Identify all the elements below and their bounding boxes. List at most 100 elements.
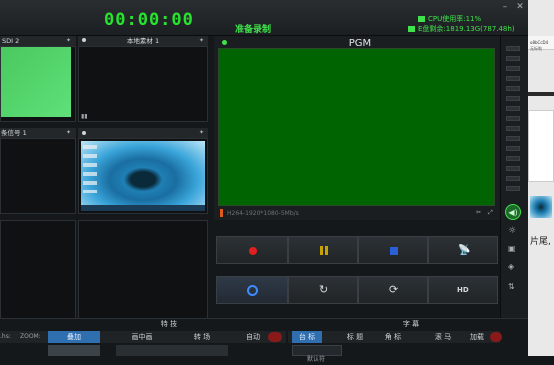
settings-icon[interactable]: ✦ (66, 130, 72, 136)
source-cell-4[interactable] (78, 138, 208, 214)
record-timer: 00:00:00 (104, 10, 194, 30)
sync-button[interactable]: ⟳ (358, 276, 428, 304)
hd-icon: HD (457, 286, 469, 294)
source-dot-icon (82, 38, 86, 42)
record-status: 准备录制 (235, 25, 272, 35)
tab-transition[interactable]: 转 场 (176, 331, 228, 343)
source-cell-3[interactable] (0, 138, 76, 214)
settings-icon[interactable]: ✦ (66, 38, 72, 44)
effects-section-label: 特 技 (160, 320, 178, 328)
target-icon (247, 285, 258, 296)
taskbar (81, 205, 205, 211)
cpu-icon (418, 16, 425, 22)
bg-text-3: 片尾, (530, 237, 551, 247)
source-cell-2[interactable]: ▮▮ (78, 46, 208, 122)
sidebar-level-3[interactable] (506, 66, 520, 71)
fullscreen-icon[interactable]: ⤢ (488, 210, 494, 216)
source-label-2: 本地素材 1 (126, 37, 160, 45)
cpu-usage-text: CPU使用率:11% (428, 15, 482, 23)
cpu-usage: CPU使用率:11% (418, 14, 481, 24)
pause-button[interactable] (288, 236, 358, 264)
source-cell-1[interactable] (0, 46, 76, 122)
pgm-monitor (218, 48, 495, 206)
tab-corner-logo[interactable]: 角 标 (378, 331, 408, 343)
layers-icon[interactable]: ◈ (508, 262, 514, 271)
source-label-3: 条信号 1 (1, 129, 27, 137)
stop-button[interactable] (358, 236, 428, 264)
bg-thumbnail (530, 196, 552, 218)
sidebar-level-15[interactable] (506, 186, 520, 191)
sidebar-level-4[interactable] (506, 76, 520, 81)
pgm-stream-info: H264-1920*1080-5Mb/s (227, 210, 299, 217)
desktop-icons (83, 145, 97, 193)
auto-toggle[interactable] (268, 332, 282, 342)
overlay-item[interactable] (48, 345, 100, 356)
pgm-live-indicator (222, 40, 227, 45)
record-icon (249, 247, 257, 255)
sidebar-level-5[interactable] (506, 86, 520, 91)
adjust-icon[interactable]: ⇅ (508, 282, 515, 291)
snapshot-icon[interactable]: ✂ (476, 210, 482, 216)
source-dot-icon (82, 131, 86, 135)
sidebar-level-2[interactable] (506, 56, 520, 61)
tab-title[interactable]: 标 题 (340, 331, 370, 343)
record-mode-button[interactable] (216, 276, 288, 304)
disk-space-text: E盘剩余:1819.13G(787.48h) (418, 25, 515, 33)
pause-icon (320, 246, 328, 255)
transition-item[interactable] (176, 345, 228, 356)
sidebar-level-8[interactable] (506, 116, 520, 121)
picture-icon[interactable]: ▣ (508, 244, 516, 253)
close-button[interactable]: ✕ (515, 2, 525, 12)
source-preview-green (1, 47, 71, 117)
source-cell-5[interactable] (0, 220, 76, 328)
sidebar-level-13[interactable] (506, 166, 520, 171)
sidebar-level-12[interactable] (506, 156, 520, 161)
tab-auto[interactable]: 自动 (236, 331, 270, 343)
brightness-icon[interactable]: ☼ (508, 226, 516, 236)
audio-level-bar (220, 209, 223, 217)
disk-icon (408, 26, 415, 32)
subtitle-section-label: 字 幕 (402, 320, 420, 328)
sidebar-level-7[interactable] (506, 106, 520, 111)
bg-text-1: o8bCcD4 (530, 40, 549, 45)
settings-icon[interactable]: ✦ (199, 130, 205, 136)
tab-logo[interactable]: 台 标 (292, 331, 322, 343)
tab-pip[interactable]: 画中画 (116, 331, 168, 343)
bg-divider (528, 92, 554, 96)
hd-output-button[interactable]: HD (428, 276, 498, 304)
minimize-button[interactable]: – (500, 2, 510, 12)
stop-icon (390, 247, 398, 255)
refresh-icon: ↻ (319, 283, 329, 296)
logo-item-label: 默认符 (307, 356, 326, 363)
pause-indicator-icon: ▮▮ (81, 113, 88, 120)
bg-panel (528, 110, 554, 182)
small-label: .hs: (0, 333, 11, 340)
sync-icon: ⟳ (389, 283, 399, 296)
sidebar-level-11[interactable] (506, 146, 520, 151)
tab-overlay[interactable]: 叠加 (48, 331, 100, 343)
source-label-1: SDI 2 (2, 37, 20, 45)
tab-scroll[interactable]: 滚 马 (428, 331, 458, 343)
disk-space: E盘剩余:1819.13G(787.48h) (408, 24, 515, 34)
refresh-button[interactable]: ↻ (288, 276, 358, 304)
bg-text-2: 无标啦 (530, 46, 542, 51)
record-button[interactable] (216, 236, 288, 264)
desktop-preview-image (81, 141, 205, 211)
sidebar-level-10[interactable] (506, 136, 520, 141)
sidebar-level-1[interactable] (506, 46, 520, 51)
source-header-3: 条信号 1 (0, 128, 76, 138)
load-toggle[interactable] (490, 332, 502, 342)
live-stream-button[interactable]: 📡 (428, 236, 498, 264)
settings-icon[interactable]: ✦ (199, 38, 205, 44)
source-cell-6[interactable] (78, 220, 208, 328)
background-window: o8bCcD4 无标啦 片尾, (528, 0, 554, 356)
tab-load[interactable]: 加载 (462, 331, 492, 343)
source-header-2: 本地素材 1 (78, 36, 208, 46)
sidebar-level-6[interactable] (506, 96, 520, 101)
sidebar-level-14[interactable] (506, 176, 520, 181)
pip-item[interactable] (116, 345, 176, 356)
logo-item[interactable]: 默认符 (292, 345, 342, 363)
sidebar-level-9[interactable] (506, 126, 520, 131)
source-header-1: SDI 2 (0, 36, 76, 46)
volume-button[interactable]: ◀) (505, 204, 521, 220)
